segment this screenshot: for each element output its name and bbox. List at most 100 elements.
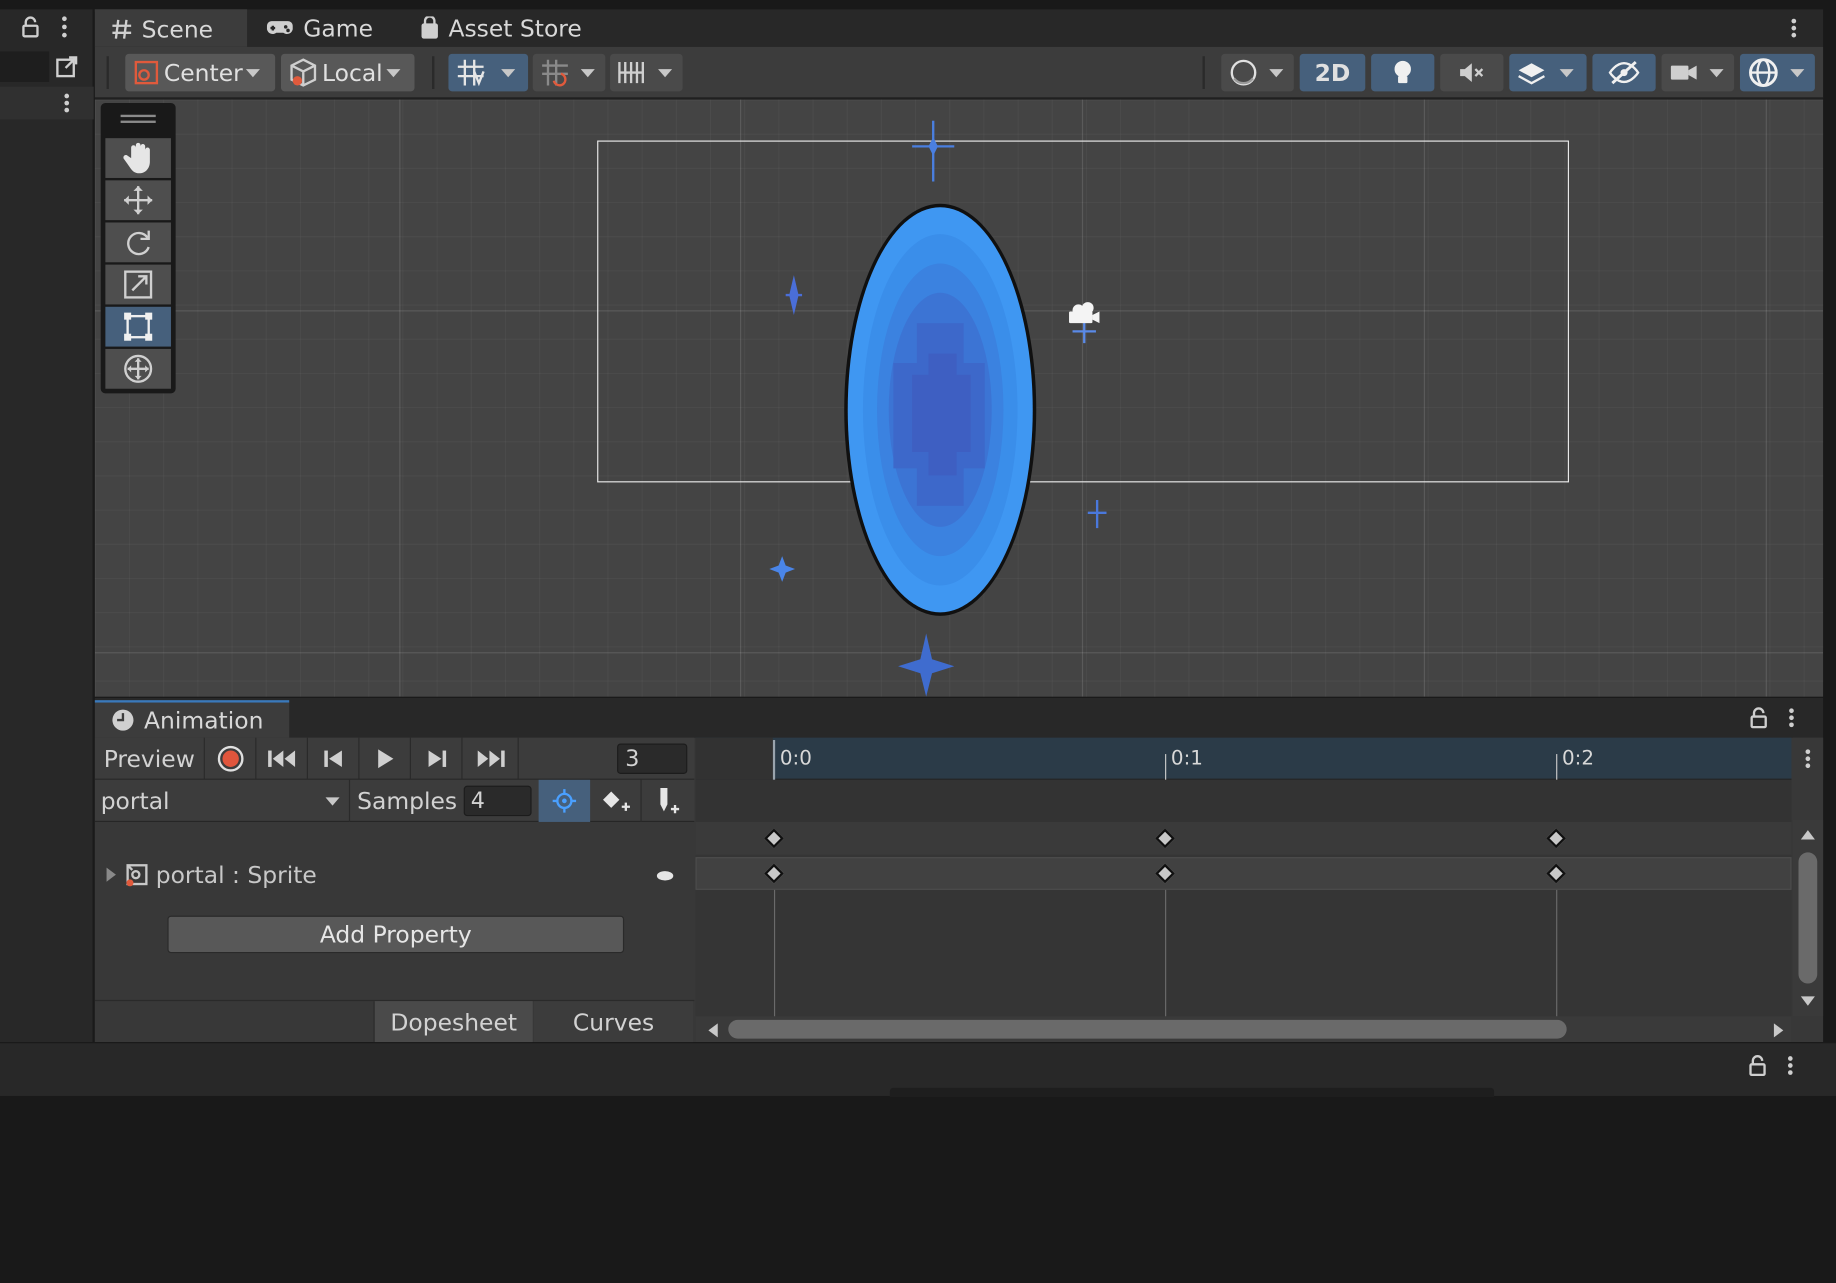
space-local-dropdown[interactable]: Local	[281, 53, 415, 92]
vertical-scrollbar[interactable]	[1792, 819, 1824, 1017]
audio-toggle[interactable]	[1440, 53, 1504, 92]
add-event-button[interactable]	[642, 780, 694, 822]
chevron-down-icon	[246, 68, 261, 77]
grid-snap-icon	[455, 57, 488, 87]
sparkle-icon	[1087, 499, 1107, 529]
bottom-panel-tabbar	[0, 1042, 1836, 1098]
portal-sprite[interactable]	[833, 199, 1044, 621]
samples-label-text: Samples	[357, 786, 458, 815]
grid-snap-toggle[interactable]	[448, 53, 529, 92]
scene-visibility-toggle[interactable]	[1592, 53, 1656, 92]
add-property-button[interactable]: Add Property	[167, 915, 625, 954]
sparkle-icon	[769, 556, 796, 582]
more-options-icon[interactable]	[1777, 1050, 1803, 1080]
hash-icon	[111, 19, 132, 40]
more-options-icon[interactable]	[52, 12, 78, 42]
effects-layers-icon	[1516, 59, 1546, 87]
dopesheet-tab[interactable]: Dopesheet	[373, 1001, 533, 1044]
previous-keyframe-button[interactable]	[308, 737, 360, 780]
sprite-track-row	[695, 857, 1792, 890]
keyframe-line	[773, 889, 776, 1017]
hand-icon	[123, 142, 153, 175]
2d-mode-toggle[interactable]: 2D	[1299, 53, 1366, 92]
increment-snap-button[interactable]	[532, 53, 606, 92]
preview-button[interactable]: Preview	[95, 737, 205, 780]
scene-viewport[interactable]	[94, 99, 1824, 697]
audio-mute-icon	[1458, 60, 1486, 86]
scroll-up-icon[interactable]	[1800, 829, 1816, 841]
tab-animation[interactable]: Animation	[94, 700, 290, 738]
events-row[interactable]	[695, 779, 1792, 822]
scroll-right-icon[interactable]	[1773, 1022, 1785, 1038]
more-options-icon[interactable]	[1779, 703, 1805, 733]
effects-dropdown[interactable]	[1509, 53, 1587, 92]
scroll-thumb[interactable]	[1798, 852, 1818, 984]
more-options-icon[interactable]	[54, 89, 80, 117]
lock-icon[interactable]	[1743, 703, 1773, 733]
tab-scene[interactable]: Scene	[94, 9, 248, 47]
preview-label: Preview	[103, 744, 195, 773]
next-keyframe-button[interactable]	[411, 737, 463, 780]
add-event-icon	[653, 786, 681, 816]
foldout-arrow-icon[interactable]	[104, 865, 118, 884]
more-options-icon[interactable]	[1781, 14, 1807, 42]
frame-field[interactable]: 3	[617, 743, 688, 774]
space-label: Local	[321, 58, 383, 87]
property-row[interactable]: portal : Sprite	[95, 857, 695, 892]
horizontal-scrollbar[interactable]	[695, 1016, 1792, 1043]
add-keyframe-icon	[600, 789, 630, 812]
scene-camera-dropdown[interactable]	[1661, 53, 1735, 92]
animation-tab-bar: Animation	[94, 697, 1824, 738]
lock-icon[interactable]	[1742, 1050, 1772, 1080]
more-options-icon[interactable]	[1792, 737, 1824, 780]
gizmos-dropdown[interactable]	[1739, 53, 1815, 92]
camera-icon	[1669, 61, 1699, 84]
timeline-label: 0:1	[1170, 747, 1203, 771]
first-keyframe-button[interactable]	[256, 737, 308, 780]
tab-game[interactable]: Game	[249, 9, 401, 46]
scene-tab-bar: Scene Game Asset Store	[94, 9, 1824, 47]
toolbar-separator	[432, 56, 435, 89]
pivot-center-dropdown[interactable]: Center	[125, 53, 276, 92]
chevron-down-icon	[325, 797, 340, 806]
ruler-snap-button[interactable]	[610, 53, 683, 92]
filter-by-selection-toggle[interactable]	[538, 779, 591, 822]
lighting-toggle[interactable]	[1371, 53, 1435, 92]
draw-mode-dropdown[interactable]	[1221, 53, 1294, 92]
add-keyframe-button[interactable]	[590, 779, 642, 822]
last-keyframe-button[interactable]	[463, 737, 519, 780]
shopping-bag-icon	[420, 16, 439, 39]
timeline-tick	[772, 740, 776, 780]
summary-row	[695, 821, 1792, 855]
dopesheet-area[interactable]	[695, 821, 1792, 1017]
search-field[interactable]	[0, 51, 50, 82]
toolbar-grip	[106, 56, 109, 89]
timeline-label: 0:0	[779, 747, 812, 771]
pivot-icon	[132, 59, 160, 87]
curves-tab[interactable]: Curves	[533, 1001, 694, 1044]
camera-gizmo-icon[interactable]	[1064, 299, 1104, 346]
external-window-icon[interactable]	[52, 52, 82, 82]
lock-icon[interactable]	[16, 12, 44, 42]
scroll-down-icon[interactable]	[1800, 995, 1816, 1007]
palette-grip[interactable]	[120, 114, 156, 118]
rotate-icon	[123, 227, 153, 257]
scroll-thumb[interactable]	[728, 1019, 1567, 1039]
clip-dropdown[interactable]: portal	[95, 779, 351, 822]
scale-tool-button[interactable]	[105, 264, 171, 305]
move-tool-button[interactable]	[105, 180, 171, 221]
property-options-icon[interactable]	[656, 871, 674, 881]
scroll-left-icon[interactable]	[707, 1022, 719, 1038]
tool-palette	[100, 103, 176, 394]
tab-asset-store[interactable]: Asset Store	[404, 9, 603, 46]
samples-field[interactable]: 4	[463, 785, 532, 817]
rotate-tool-button[interactable]	[105, 222, 171, 263]
record-button[interactable]	[205, 737, 257, 780]
rect-tool-button[interactable]	[105, 306, 171, 347]
play-button[interactable]	[359, 737, 411, 780]
gizmos-globe-icon	[1747, 56, 1780, 89]
timeline-ruler[interactable]: 0:0 0:1 0:2	[695, 737, 1792, 780]
hand-tool-button[interactable]	[105, 138, 171, 178]
transform-tool-button[interactable]	[105, 348, 171, 389]
chevron-down-icon	[1709, 68, 1724, 77]
